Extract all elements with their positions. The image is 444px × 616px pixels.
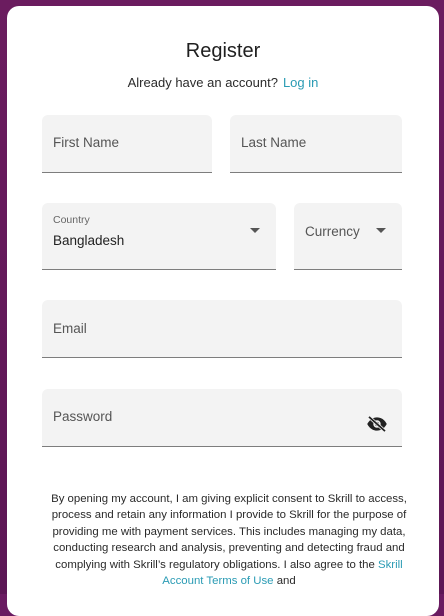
login-prompt-line: Already have an account? Log in [7, 75, 439, 90]
page-background: Register Already have an account? Log in … [0, 0, 444, 616]
consent-tail: and [276, 575, 296, 588]
country-value: Bangladesh [53, 233, 125, 248]
last-name-field[interactable]: Last Name [230, 115, 402, 173]
register-card: Register Already have an account? Log in … [7, 6, 439, 616]
currency-select[interactable]: Currency [294, 203, 402, 270]
currency-label: Currency [305, 224, 360, 239]
email-label: Email [53, 321, 87, 336]
eye-off-icon[interactable] [366, 416, 388, 432]
login-prompt-text: Already have an account? [127, 75, 278, 90]
consent-body: By opening my account, I am giving expli… [51, 493, 407, 571]
page-title: Register [185, 40, 261, 62]
password-label: Password [53, 409, 113, 424]
email-field[interactable]: Email [42, 300, 402, 358]
country-label: Country [53, 214, 90, 226]
password-field[interactable]: Password [42, 389, 402, 447]
first-name-label: First Name [53, 135, 120, 150]
first-name-field[interactable]: First Name [42, 115, 212, 173]
consent-text: By opening my account, I am giving expli… [50, 491, 408, 589]
last-name-label: Last Name [241, 135, 307, 150]
chevron-down-icon [250, 228, 260, 233]
country-select[interactable]: Country Bangladesh [42, 203, 276, 270]
login-link[interactable]: Log in [283, 75, 318, 90]
chevron-down-icon [376, 228, 386, 233]
